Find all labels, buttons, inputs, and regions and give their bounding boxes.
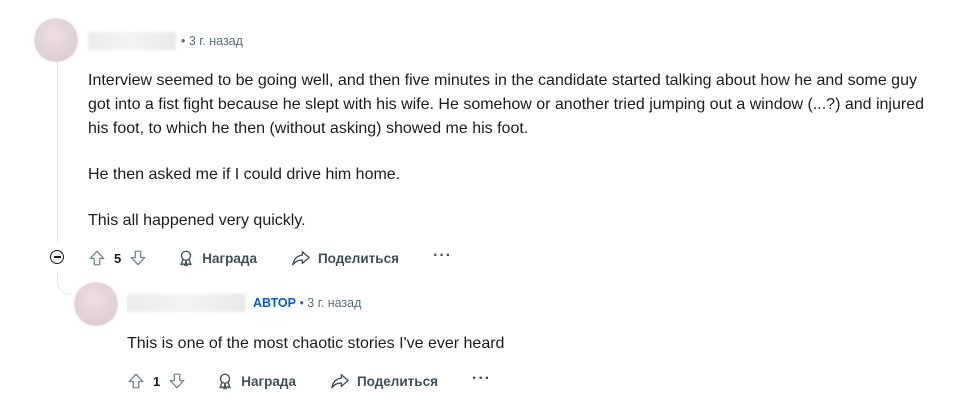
comment-paragraph: This all happened very quickly. xyxy=(88,212,306,229)
reply-body: This is one of the most chaotic stories … xyxy=(127,332,927,356)
award-icon xyxy=(180,250,192,267)
more-options-button[interactable]: ··· xyxy=(433,248,452,265)
upvote-icon xyxy=(89,250,105,266)
downvote-button[interactable] xyxy=(168,372,186,390)
upvote-button[interactable] xyxy=(88,249,106,267)
avatar[interactable] xyxy=(34,18,78,62)
share-icon xyxy=(331,374,349,389)
thread-line xyxy=(57,62,58,244)
share-icon xyxy=(292,251,310,266)
share-label: Поделиться xyxy=(356,373,438,389)
downvote-button[interactable] xyxy=(129,249,147,267)
more-options-button[interactable]: ··· xyxy=(472,371,491,388)
comment-paragraph: Interview seemed to be going well, and t… xyxy=(88,72,925,137)
share-button[interactable]: Поделиться xyxy=(291,249,399,267)
reply-actions: 1 Награда Поделиться ··· xyxy=(127,369,491,393)
upvote-button[interactable] xyxy=(127,372,145,390)
reply-paragraph: This is one of the most chaotic stories … xyxy=(127,335,505,352)
downvote-icon xyxy=(169,373,185,389)
comment-body: Interview seemed to be going well, and t… xyxy=(88,69,938,233)
username-redacted[interactable] xyxy=(88,32,176,50)
reply-avatar[interactable] xyxy=(74,282,118,326)
award-button[interactable]: Награда xyxy=(216,372,296,390)
separator-dot: • xyxy=(295,296,308,310)
award-label: Награда xyxy=(202,250,257,266)
comment-meta: • 3 г. назад xyxy=(181,34,243,48)
vote-count: 1 xyxy=(153,373,161,389)
award-label: Награда xyxy=(241,373,296,389)
award-button[interactable]: Награда xyxy=(177,249,257,267)
award-icon xyxy=(219,373,231,390)
comment-actions: 5 Награда Поделиться ··· xyxy=(88,246,452,270)
reply-meta: АВТОР • 3 г. назад xyxy=(253,296,361,310)
downvote-icon xyxy=(130,250,146,266)
vote-count: 5 xyxy=(114,250,122,266)
collapse-icon[interactable] xyxy=(50,250,64,264)
share-button[interactable]: Поделиться xyxy=(330,372,438,390)
upvote-icon xyxy=(128,373,144,389)
reply-time: 3 г. назад xyxy=(307,296,362,310)
share-label: Поделиться xyxy=(317,250,399,266)
reply-username-redacted[interactable] xyxy=(127,294,246,312)
separator-dot: • xyxy=(181,34,189,48)
comment-time: 3 г. назад xyxy=(188,34,243,48)
thread-curve xyxy=(57,270,72,295)
comment-paragraph: He then asked me if I could drive him ho… xyxy=(88,166,401,183)
author-badge: АВТОР xyxy=(253,296,296,310)
